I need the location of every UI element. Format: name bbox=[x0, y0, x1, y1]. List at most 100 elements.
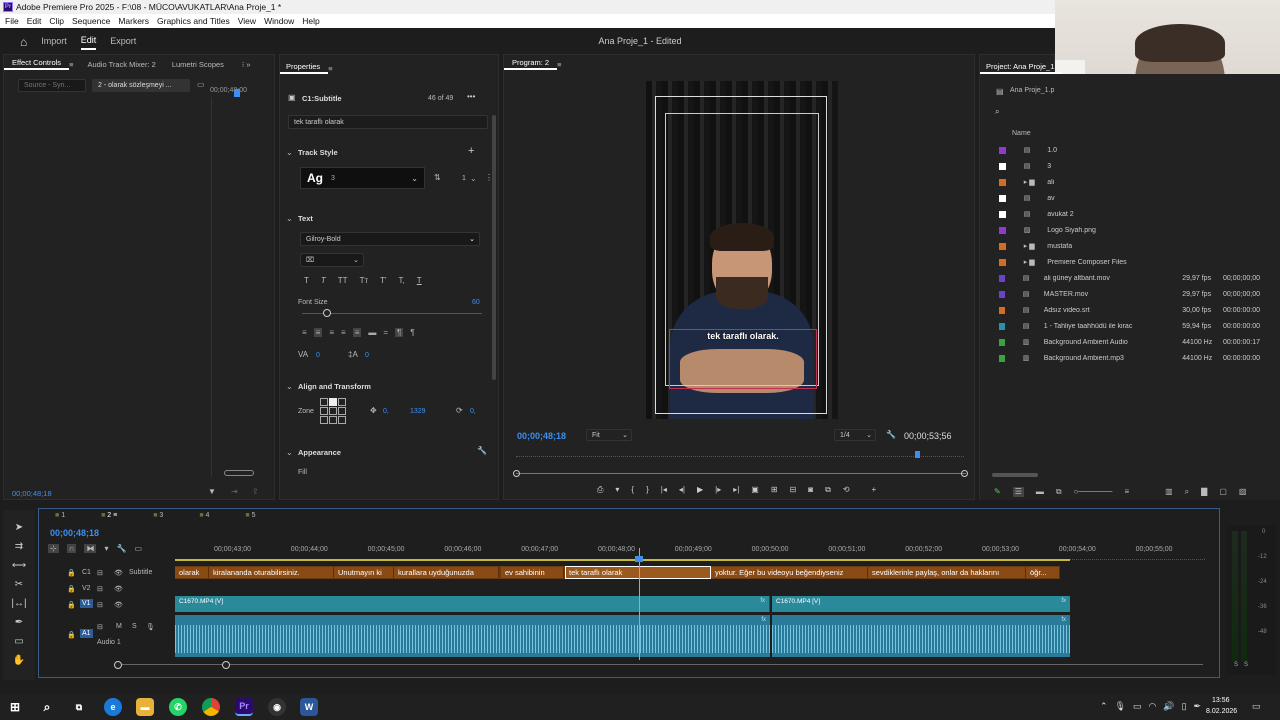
pen-tool-icon[interactable]: ✒ bbox=[15, 617, 23, 628]
audio-clip[interactable]: fx bbox=[175, 615, 770, 657]
menu-sequence[interactable]: Sequence bbox=[72, 16, 110, 26]
small-caps-icon[interactable]: Tт bbox=[360, 276, 369, 285]
new-item-icon[interactable]: ▢ bbox=[1219, 487, 1227, 497]
font-family-dropdown[interactable]: Gilroy-Bold ⌄ bbox=[300, 232, 480, 246]
vertical-bottom-icon[interactable]: = bbox=[383, 328, 388, 337]
track-select-icon[interactable]: ⇉ bbox=[15, 541, 23, 552]
seq-tab-4[interactable]: ■ 4 bbox=[199, 512, 209, 519]
label-color-swatch[interactable] bbox=[999, 242, 1006, 250]
snap-icon[interactable]: ∩ bbox=[66, 544, 77, 553]
hand-tool-icon[interactable]: ✋ bbox=[13, 655, 25, 666]
font-style-dropdown[interactable]: ⌧ ⌄ bbox=[300, 253, 364, 267]
tab-program[interactable]: Program: 2 bbox=[504, 58, 558, 70]
ripple-edit-icon[interactable]: ⟷ bbox=[12, 560, 26, 571]
wrench-icon[interactable]: 🔧 bbox=[477, 446, 487, 455]
timeline-hscroll[interactable] bbox=[118, 664, 1203, 668]
mark-in-icon[interactable]: { bbox=[631, 485, 634, 495]
font-size-value[interactable]: 60 bbox=[472, 299, 480, 306]
justify-last-icon[interactable]: ≡ bbox=[352, 328, 362, 337]
camera-icon[interactable]: ◙ bbox=[808, 485, 813, 495]
freeform-view-icon[interactable]: ⧉ bbox=[1056, 487, 1062, 497]
menu-view[interactable]: View bbox=[238, 16, 256, 26]
caption-clip[interactable]: kurallara uyduğunuzda bbox=[394, 567, 499, 578]
clock-date[interactable]: 8.02.2026 bbox=[1206, 708, 1237, 715]
project-item[interactable]: ▤ 1 - Tahliye taahhüdü ile kirac 59,94 fps… bbox=[995, 319, 1260, 333]
seq-tab-3[interactable]: ■ 3 bbox=[153, 512, 163, 519]
project-item[interactable]: ▥ Background Ambient.mp3 44100 Hz 00:00:00:… bbox=[995, 351, 1260, 365]
edge-icon[interactable]: e bbox=[104, 698, 122, 716]
quality-dropdown[interactable]: 1/4 ⌄ bbox=[834, 429, 876, 441]
task-view-icon[interactable]: ⧉ bbox=[70, 698, 88, 716]
timeline-wrench-icon[interactable]: 🔧 bbox=[116, 544, 126, 553]
project-item[interactable]: ▤ av bbox=[995, 191, 1260, 205]
video-clip[interactable]: C1670.MP4 [V] fx bbox=[175, 596, 770, 612]
timeline-scroll-handle[interactable] bbox=[222, 661, 230, 669]
sort-icon[interactable]: ≡ bbox=[1124, 487, 1129, 497]
position-y[interactable]: 1329 bbox=[410, 408, 426, 415]
caption-clip[interactable]: ev sahibinin bbox=[501, 567, 564, 578]
label-color-swatch[interactable] bbox=[999, 210, 1006, 218]
menu-edit[interactable]: Edit bbox=[27, 16, 42, 26]
tab-effect-controls[interactable]: Effect Controls bbox=[4, 58, 70, 70]
track-a1-label[interactable]: A1 bbox=[80, 629, 93, 638]
underline-icon[interactable]: T bbox=[417, 276, 422, 285]
solo-left-button[interactable]: S bbox=[1234, 662, 1238, 668]
label-color-swatch[interactable] bbox=[999, 146, 1006, 154]
linked-selection-icon[interactable]: ⧓ bbox=[84, 544, 97, 553]
label-color-swatch[interactable] bbox=[999, 194, 1006, 202]
scroll-handle-right[interactable] bbox=[961, 470, 968, 477]
label-color-swatch[interactable] bbox=[999, 274, 1005, 282]
list-view-icon[interactable]: ☰ bbox=[1012, 487, 1024, 497]
source-selector[interactable]: Source - Syn... bbox=[18, 79, 86, 92]
tracking-value[interactable]: 0 bbox=[316, 352, 320, 359]
home-icon[interactable]: ⌂ bbox=[20, 35, 27, 49]
clip-selector[interactable]: 2 - olarak sözleşmeyi ... bbox=[92, 79, 190, 92]
chevron-down-icon[interactable]: ⌄ bbox=[286, 448, 293, 457]
rectangle-tool-icon[interactable]: ▭ bbox=[14, 636, 23, 647]
caption-clip[interactable]: Unutmayın ki bbox=[334, 567, 394, 578]
pencil-icon[interactable]: ✎ bbox=[994, 487, 1001, 497]
chevron-down-icon[interactable]: ⌄ bbox=[286, 382, 293, 391]
align-left-icon[interactable]: ≡ bbox=[302, 328, 307, 337]
tab-properties[interactable]: Properties bbox=[280, 62, 329, 74]
menu-help[interactable]: Help bbox=[302, 16, 319, 26]
label-color-swatch[interactable] bbox=[999, 322, 1005, 330]
go-to-out-icon[interactable]: ▸| bbox=[733, 485, 739, 495]
menu-icon[interactable]: ≡ bbox=[69, 60, 73, 69]
clock-time[interactable]: 13:56 bbox=[1212, 697, 1230, 704]
more-tabs-icon[interactable]: ⁝ » bbox=[242, 60, 251, 69]
search-icon[interactable]: ⌕ bbox=[38, 698, 56, 716]
project-item[interactable]: ▤ 3 bbox=[995, 159, 1260, 173]
label-color-swatch[interactable] bbox=[999, 226, 1006, 234]
find-icon[interactable]: ⌕ bbox=[1185, 487, 1189, 497]
project-item[interactable]: ▤ 1.0 bbox=[995, 143, 1260, 157]
menu-clip[interactable]: Clip bbox=[49, 16, 64, 26]
play-icon[interactable]: ▶ bbox=[697, 485, 703, 495]
project-item[interactable]: ▤ Adsız video.srt 30,00 fps 00:00:00:00 bbox=[995, 303, 1260, 317]
windows-start-icon[interactable]: ⊞ bbox=[6, 698, 24, 716]
label-color-swatch[interactable] bbox=[999, 354, 1005, 362]
zone-grid[interactable] bbox=[320, 398, 348, 424]
video-clip[interactable]: C1670.MP4 [V] fx bbox=[772, 596, 1070, 612]
new-bin-icon[interactable]: ▇ bbox=[1201, 487, 1207, 497]
track-number-chevron-icon[interactable]: ⌄ bbox=[470, 174, 477, 183]
add-marker-icon[interactable]: ▾ bbox=[104, 544, 108, 553]
marker-icon[interactable]: ▾ bbox=[615, 485, 619, 495]
eye-icon[interactable]: 👁 bbox=[114, 585, 123, 593]
caption-text-field[interactable]: tek taraflı olarak bbox=[288, 115, 488, 129]
seq-tab-2[interactable]: ■ 2 ≡ bbox=[101, 512, 117, 519]
eye-icon[interactable]: 👁 bbox=[114, 601, 123, 609]
italic-icon[interactable]: T bbox=[321, 276, 326, 285]
ltr-icon[interactable]: ¶ bbox=[410, 328, 414, 337]
search-icon[interactable]: ⌕ bbox=[995, 107, 999, 117]
label-color-swatch[interactable] bbox=[999, 178, 1006, 186]
icon-view-icon[interactable]: ▬ bbox=[1036, 487, 1044, 497]
bold-icon[interactable]: T bbox=[304, 276, 309, 285]
label-color-swatch[interactable] bbox=[999, 258, 1006, 266]
superscript-icon[interactable]: T' bbox=[380, 276, 386, 285]
name-column-header[interactable]: Name bbox=[1012, 130, 1031, 137]
timeline-playhead-line[interactable] bbox=[639, 548, 640, 660]
tab-lumetri-scopes[interactable]: Lumetri Scopes bbox=[164, 60, 232, 69]
slip-tool-icon[interactable]: |↔| bbox=[11, 598, 26, 609]
project-item[interactable]: ▤ MASTER.mov 29,97 fps 00;00;00;00 bbox=[995, 287, 1260, 301]
